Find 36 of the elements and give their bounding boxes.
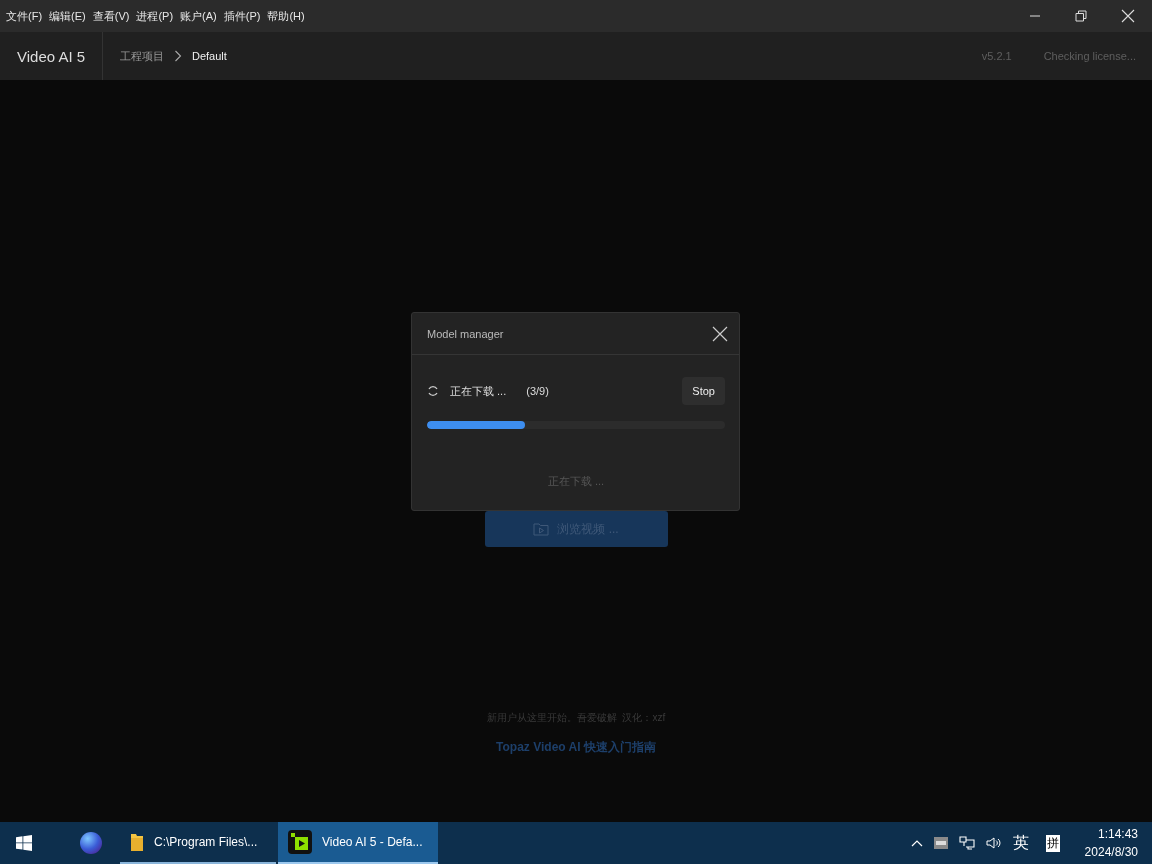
- network-icon[interactable]: [958, 836, 975, 850]
- download-count: (3/9): [526, 385, 550, 397]
- app-name: Video AI 5: [17, 47, 86, 65]
- browser-icon[interactable]: [79, 831, 103, 855]
- folder-play-icon: [533, 522, 550, 536]
- windows-start-icon[interactable]: [16, 835, 32, 851]
- breadcrumb-item[interactable]: 工程项目: [120, 48, 164, 64]
- vm-tray-icon[interactable]: [933, 837, 948, 849]
- version-label: v5.2.1: [981, 50, 1012, 62]
- clock-time[interactable]: 1:14:43: [1097, 827, 1138, 841]
- ime-mode[interactable]: 拼: [1045, 834, 1060, 852]
- dialog-title: Model manager: [427, 327, 504, 340]
- menu-item[interactable]: 文件(F): [6, 8, 49, 24]
- download-status: 正在下载 ...: [450, 383, 507, 399]
- spinner-icon: [427, 385, 439, 397]
- close-icon[interactable]: [1121, 9, 1135, 23]
- menu-item[interactable]: 账户(A): [180, 8, 223, 24]
- chevron-right-icon: [174, 50, 182, 62]
- taskbar-item[interactable]: C:\Program Files\...: [120, 822, 276, 864]
- chevron-up-icon[interactable]: [910, 839, 923, 847]
- taskbar-item[interactable]: Video AI 5 - Defa...: [278, 822, 438, 864]
- menu-item[interactable]: 查看(V): [92, 8, 136, 24]
- restore-icon[interactable]: [1075, 10, 1087, 22]
- speaker-icon[interactable]: [985, 836, 1002, 850]
- stop-button[interactable]: Stop: [682, 377, 725, 405]
- breadcrumb-item[interactable]: Default: [192, 50, 227, 62]
- close-icon[interactable]: [712, 325, 728, 342]
- menu-item[interactable]: 进程(P): [136, 8, 180, 24]
- app-logo-icon: [288, 830, 312, 854]
- menu-item[interactable]: 帮助(H): [267, 8, 311, 24]
- ime-language[interactable]: 英: [1012, 832, 1029, 854]
- menu-item[interactable]: 插件(P): [223, 8, 267, 24]
- folder-icon: [130, 832, 144, 852]
- menu-item[interactable]: 编辑(E): [49, 8, 92, 24]
- license-status: Checking license...: [1043, 50, 1136, 62]
- clock-date[interactable]: 2024/8/30: [1084, 845, 1138, 859]
